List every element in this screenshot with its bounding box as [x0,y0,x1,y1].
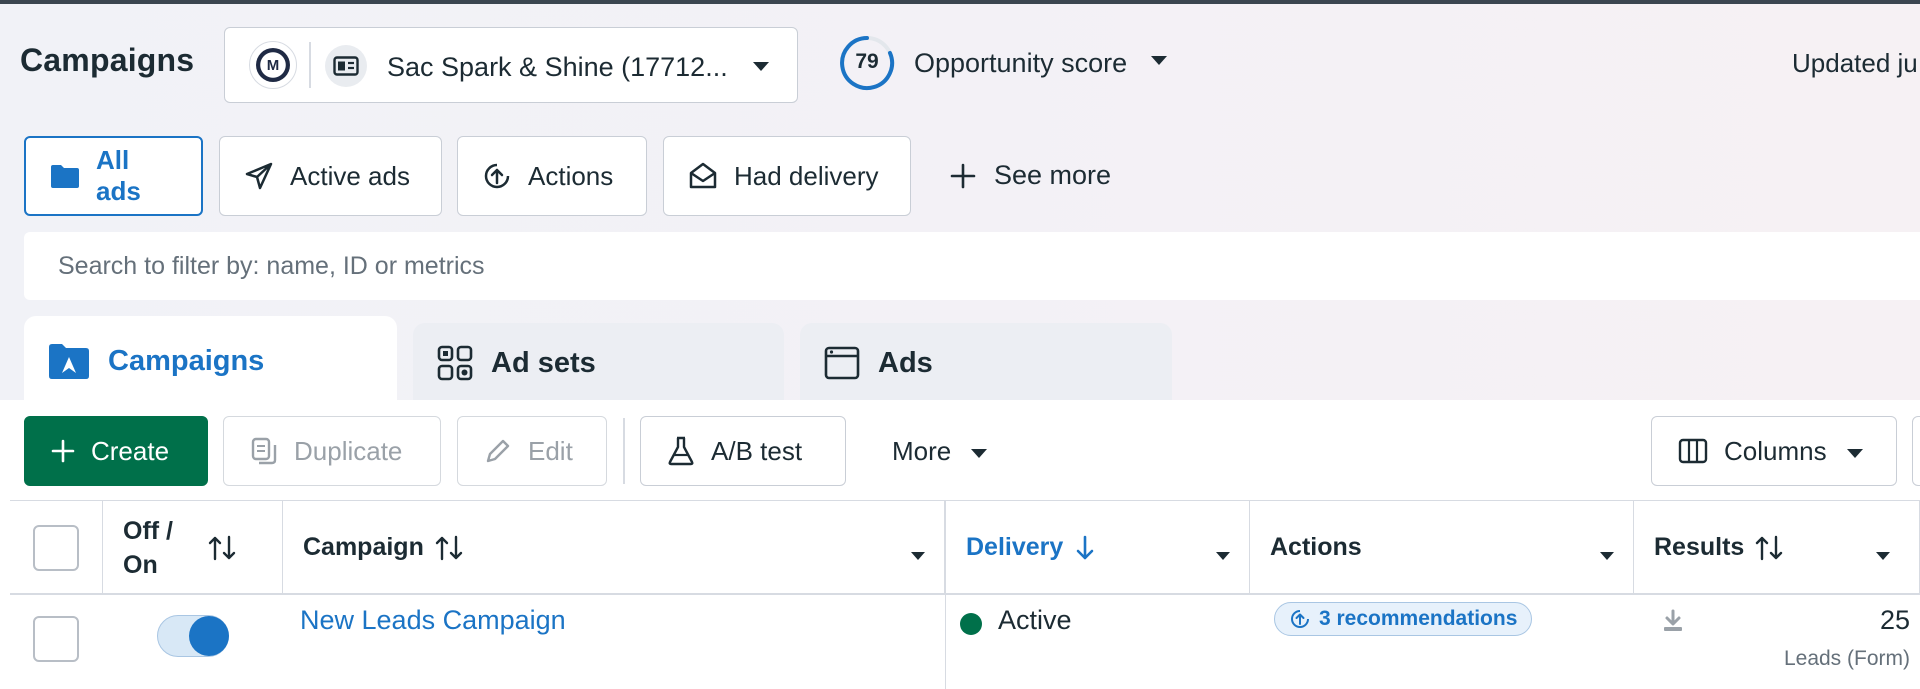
envelope-open-icon [688,161,718,191]
campaign-name-link[interactable]: New Leads Campaign [300,605,566,636]
columns-icon [1678,438,1708,464]
columns-button[interactable]: Columns [1651,416,1897,486]
paper-plane-icon [244,161,274,191]
score-gauge: 79 [838,34,896,92]
tab-ads[interactable]: Ads [800,323,1172,403]
edit-label: Edit [528,435,573,466]
delivery-status: Active [998,605,1072,635]
columns-label: Columns [1724,435,1827,466]
account-name: Sac Spark & Shine (17712... [387,52,728,82]
chevron-down-icon[interactable] [1599,539,1615,568]
opportunity-score[interactable]: 79 Opportunity score [838,34,1169,92]
updated-text: Updated ju [1792,48,1918,78]
arrow-up-circle-icon [482,161,512,191]
sort-icon[interactable] [207,535,237,561]
ab-test-button[interactable]: A/B test [640,416,846,486]
tab-ad-sets[interactable]: Ad sets [413,323,784,403]
filter-label: Active ads [290,160,410,191]
table-row[interactable]: New Leads Campaign Active 3 recommendati… [10,595,1920,689]
beaker-icon [667,436,695,466]
more-toolbar-button[interactable] [1912,416,1920,486]
edit-button[interactable]: Edit [457,416,607,486]
duplicate-button[interactable]: Duplicate [223,416,441,486]
page-title: Campaigns [20,42,195,78]
results-type: Leads (Form) [1783,647,1910,670]
plus-icon [51,439,75,463]
recommendations-label: 3 recommendations [1319,607,1518,630]
chevron-down-icon [969,436,989,467]
duplicate-icon [250,437,278,465]
account-selector[interactable]: M Sac Spark & Shine (17712... [224,27,798,103]
create-label: Create [91,435,170,466]
actions-header-label: Actions [1270,533,1362,561]
off-on-line2: On [123,550,158,579]
campaign-folder-icon [48,342,90,380]
more-label: More [892,435,952,466]
plus-icon [950,163,976,189]
account-logo: M [249,41,297,89]
column-header-delivery[interactable]: Delivery [945,501,1250,594]
chevron-down-icon[interactable] [910,539,926,568]
tab-label: Ad sets [491,346,596,379]
account-divider [309,42,311,88]
row-checkbox[interactable] [33,616,79,662]
off-on-label: Off / On [123,514,173,582]
ad-window-icon [824,345,860,381]
table-header: Off / On Campaign Delivery Actions Resul… [10,500,1920,595]
filter-had-delivery[interactable]: Had delivery [663,136,911,216]
filter-all-ads[interactable]: All ads [24,136,203,216]
chevron-down-icon [751,60,771,78]
search-bar [24,232,1920,300]
ab-test-label: A/B test [711,435,803,466]
chevron-down-icon [1845,436,1865,467]
select-all-checkbox[interactable] [33,524,79,571]
filter-label: All ads [96,145,141,206]
column-divider [945,595,946,689]
filter-label: Had delivery [734,160,879,191]
campaign-toggle[interactable] [157,615,229,657]
grid-icon [437,345,473,381]
column-header-campaign[interactable]: Campaign [283,501,945,594]
sort-icon[interactable] [434,535,464,561]
see-more-label: See more [994,160,1112,190]
score-value: 79 [855,50,879,73]
download-icon[interactable] [1662,609,1684,638]
tab-label: Ads [878,346,933,379]
sort-icon[interactable] [1754,535,1784,561]
opportunity-label: Opportunity score [914,47,1128,78]
toggle-knob [189,616,229,656]
pencil-icon [484,437,512,465]
chevron-down-icon [1149,54,1169,72]
sort-descending-icon[interactable] [1073,535,1097,561]
tab-campaigns[interactable]: Campaigns [24,316,397,406]
toolbar-divider [623,418,625,484]
campaign-header-label: Campaign [303,533,424,561]
chevron-down-icon[interactable] [1215,539,1231,568]
column-header-results[interactable]: Results [1634,501,1920,594]
filter-actions[interactable]: Actions [457,136,647,216]
tab-label: Campaigns [108,344,265,377]
delivery-header-label: Delivery [966,533,1064,561]
results-value: 25 [1879,605,1910,635]
top-border [0,0,1920,4]
search-input[interactable] [24,232,1920,300]
filter-label: Actions [528,160,614,191]
results-header-label: Results [1654,533,1745,561]
folder-icon [50,163,80,189]
business-card-icon [325,45,367,87]
account-logo-mark: M [256,48,290,82]
column-header-off-on[interactable]: Off / On [103,501,283,594]
select-all-cell [10,501,103,594]
status-dot [960,613,982,635]
see-more-button[interactable]: See more [950,160,1111,191]
recommendations-badge[interactable]: 3 recommendations [1274,602,1533,636]
duplicate-label: Duplicate [294,435,403,466]
column-header-actions[interactable]: Actions [1250,501,1634,594]
chevron-down-icon[interactable] [1875,539,1891,568]
off-on-line1: Off / [123,516,173,545]
more-button[interactable]: More [866,416,1016,486]
create-button[interactable]: Create [24,416,208,486]
filter-active-ads[interactable]: Active ads [219,136,442,216]
arrow-up-circle-icon [1289,608,1311,630]
